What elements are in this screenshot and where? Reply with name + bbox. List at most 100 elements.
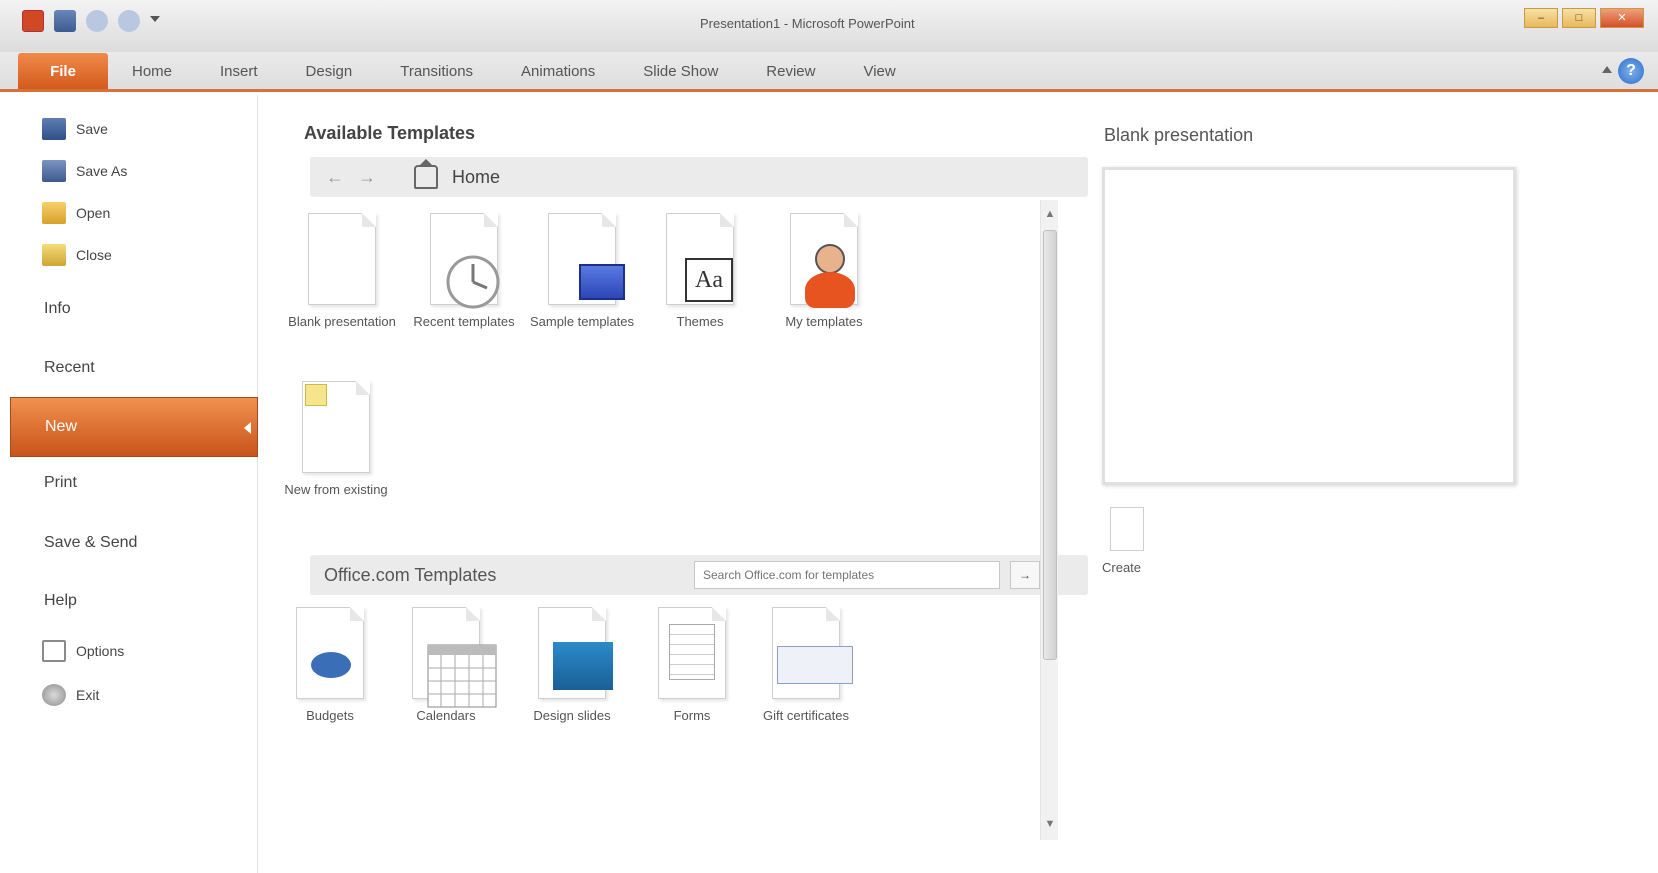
nav-print[interactable]: Print [10, 465, 256, 501]
nav-close-label: Close [76, 247, 112, 263]
breadcrumb-home[interactable]: Home [452, 167, 500, 188]
nav-options-label: Options [76, 643, 125, 659]
exit-icon [42, 684, 66, 706]
template-breadcrumb: ← → Home [310, 157, 1088, 197]
tab-home[interactable]: Home [108, 53, 196, 89]
minimize-ribbon-icon[interactable] [1602, 66, 1612, 73]
blank-document-icon [308, 213, 376, 305]
scroll-thumb[interactable] [1043, 230, 1057, 660]
back-arrow-icon[interactable]: ← [324, 167, 346, 188]
tab-animations[interactable]: Animations [497, 53, 619, 89]
nav-new[interactable]: New [10, 397, 258, 457]
sample-templates-icon [548, 213, 625, 305]
tile-sample-templates[interactable]: Sample templates [522, 213, 642, 330]
tab-slide-show[interactable]: Slide Show [619, 53, 742, 89]
title-bar: Presentation1 - Microsoft PowerPoint – □… [0, 0, 1658, 52]
nav-close[interactable]: Close [10, 237, 256, 273]
minimize-button[interactable]: – [1524, 8, 1558, 28]
create-button[interactable]: Create [1102, 560, 1141, 575]
nav-options[interactable]: Options [10, 633, 256, 669]
save-as-icon [42, 160, 66, 182]
calendar-grid-icon [427, 644, 497, 708]
preview-pane: Blank presentation Create [1088, 95, 1658, 873]
home-icon[interactable] [414, 159, 438, 189]
maximize-button[interactable]: □ [1562, 8, 1596, 28]
nav-help[interactable]: Help [10, 583, 256, 619]
scroll-up-icon[interactable]: ▲ [1043, 208, 1057, 224]
tab-file[interactable]: File [18, 53, 108, 89]
tile-calendars[interactable]: Calendars [386, 607, 506, 724]
close-folder-icon [42, 244, 66, 266]
office-templates-bar: Office.com Templates → [310, 555, 1088, 595]
nav-exit[interactable]: Exit [10, 677, 256, 713]
create-document-icon[interactable] [1110, 507, 1144, 551]
tab-review[interactable]: Review [742, 53, 839, 89]
tile-new-from-existing[interactable]: New from existing [276, 381, 396, 498]
tile-budgets[interactable]: Budgets [270, 607, 390, 724]
search-go-button[interactable]: → [1010, 561, 1040, 589]
gift-certificates-icon [772, 607, 853, 699]
tile-design-slides[interactable]: Design slides [512, 607, 632, 724]
office-template-search-input[interactable] [694, 561, 1000, 589]
redo-icon[interactable] [118, 10, 140, 32]
aa-font-icon: Aa [685, 258, 733, 302]
tile-label: Gift certificates [763, 708, 849, 723]
tile-forms[interactable]: Forms [632, 607, 752, 724]
nav-save-send[interactable]: Save & Send [10, 525, 256, 561]
powerpoint-app-icon[interactable] [22, 10, 44, 32]
slide-thumbnail-icon [553, 642, 613, 690]
nav-recent[interactable]: Recent [10, 350, 256, 386]
powerpoint-backstage: Presentation1 - Microsoft PowerPoint – □… [0, 0, 1658, 873]
tab-transitions[interactable]: Transitions [376, 53, 497, 89]
backstage-nav: Save Save As Open Close Info Recent New … [0, 95, 258, 873]
tile-label: Budgets [306, 708, 354, 723]
person-head-icon [815, 244, 845, 274]
sticky-note-icon [305, 384, 327, 406]
tile-blank-presentation[interactable]: Blank presentation [282, 213, 402, 330]
open-folder-icon [42, 202, 66, 224]
tab-design[interactable]: Design [282, 53, 377, 89]
tile-label: Design slides [533, 708, 611, 723]
nav-exit-label: Exit [76, 687, 100, 703]
themes-icon: Aa [666, 213, 734, 305]
nav-save-label: Save [76, 121, 108, 137]
tile-themes[interactable]: Aa Themes [640, 213, 760, 330]
nav-save-as[interactable]: Save As [10, 153, 256, 189]
options-icon [42, 640, 66, 662]
tile-recent-templates[interactable]: Recent templates [404, 213, 524, 330]
recent-templates-clock-icon [430, 213, 500, 309]
nav-save-as-label: Save As [76, 163, 128, 179]
save-icon[interactable] [54, 10, 76, 32]
save-icon [42, 118, 66, 140]
tile-label: Calendars [416, 708, 476, 723]
tile-my-templates[interactable]: My templates [764, 213, 884, 330]
nav-info[interactable]: Info [10, 291, 256, 327]
customize-qat-icon[interactable] [150, 16, 160, 26]
forward-arrow-icon[interactable]: → [356, 167, 378, 188]
window-controls: – □ ✕ [1524, 8, 1644, 28]
undo-icon[interactable] [86, 10, 108, 32]
office-templates-title: Office.com Templates [324, 564, 497, 585]
window-title: Presentation1 - Microsoft PowerPoint [700, 16, 915, 31]
tile-label: Recent templates [413, 314, 515, 329]
nav-save[interactable]: Save [10, 111, 256, 147]
scroll-down-icon[interactable]: ▼ [1043, 818, 1057, 834]
templates-scrollbar[interactable]: ▲ ▼ [1040, 200, 1058, 840]
tile-gift-certificates[interactable]: Gift certificates [746, 607, 866, 724]
form-lines-icon [669, 624, 715, 680]
ribbon-tabs: File Home Insert Design Transitions Anim… [0, 52, 1658, 92]
help-icon[interactable]: ? [1618, 58, 1644, 84]
quick-access-toolbar [22, 10, 160, 32]
tab-view[interactable]: View [839, 53, 919, 89]
person-body-icon [805, 272, 855, 308]
tile-label: Blank presentation [288, 314, 396, 329]
nav-open[interactable]: Open [10, 195, 256, 231]
tab-insert[interactable]: Insert [196, 53, 282, 89]
preview-title: Blank presentation [1104, 125, 1254, 145]
close-window-button[interactable]: ✕ [1600, 8, 1644, 28]
new-from-existing-icon [302, 381, 370, 473]
tile-label: My templates [785, 314, 863, 329]
tile-label: Themes [676, 314, 724, 329]
tile-label: Sample templates [529, 314, 635, 329]
certificate-card-icon [777, 646, 853, 684]
